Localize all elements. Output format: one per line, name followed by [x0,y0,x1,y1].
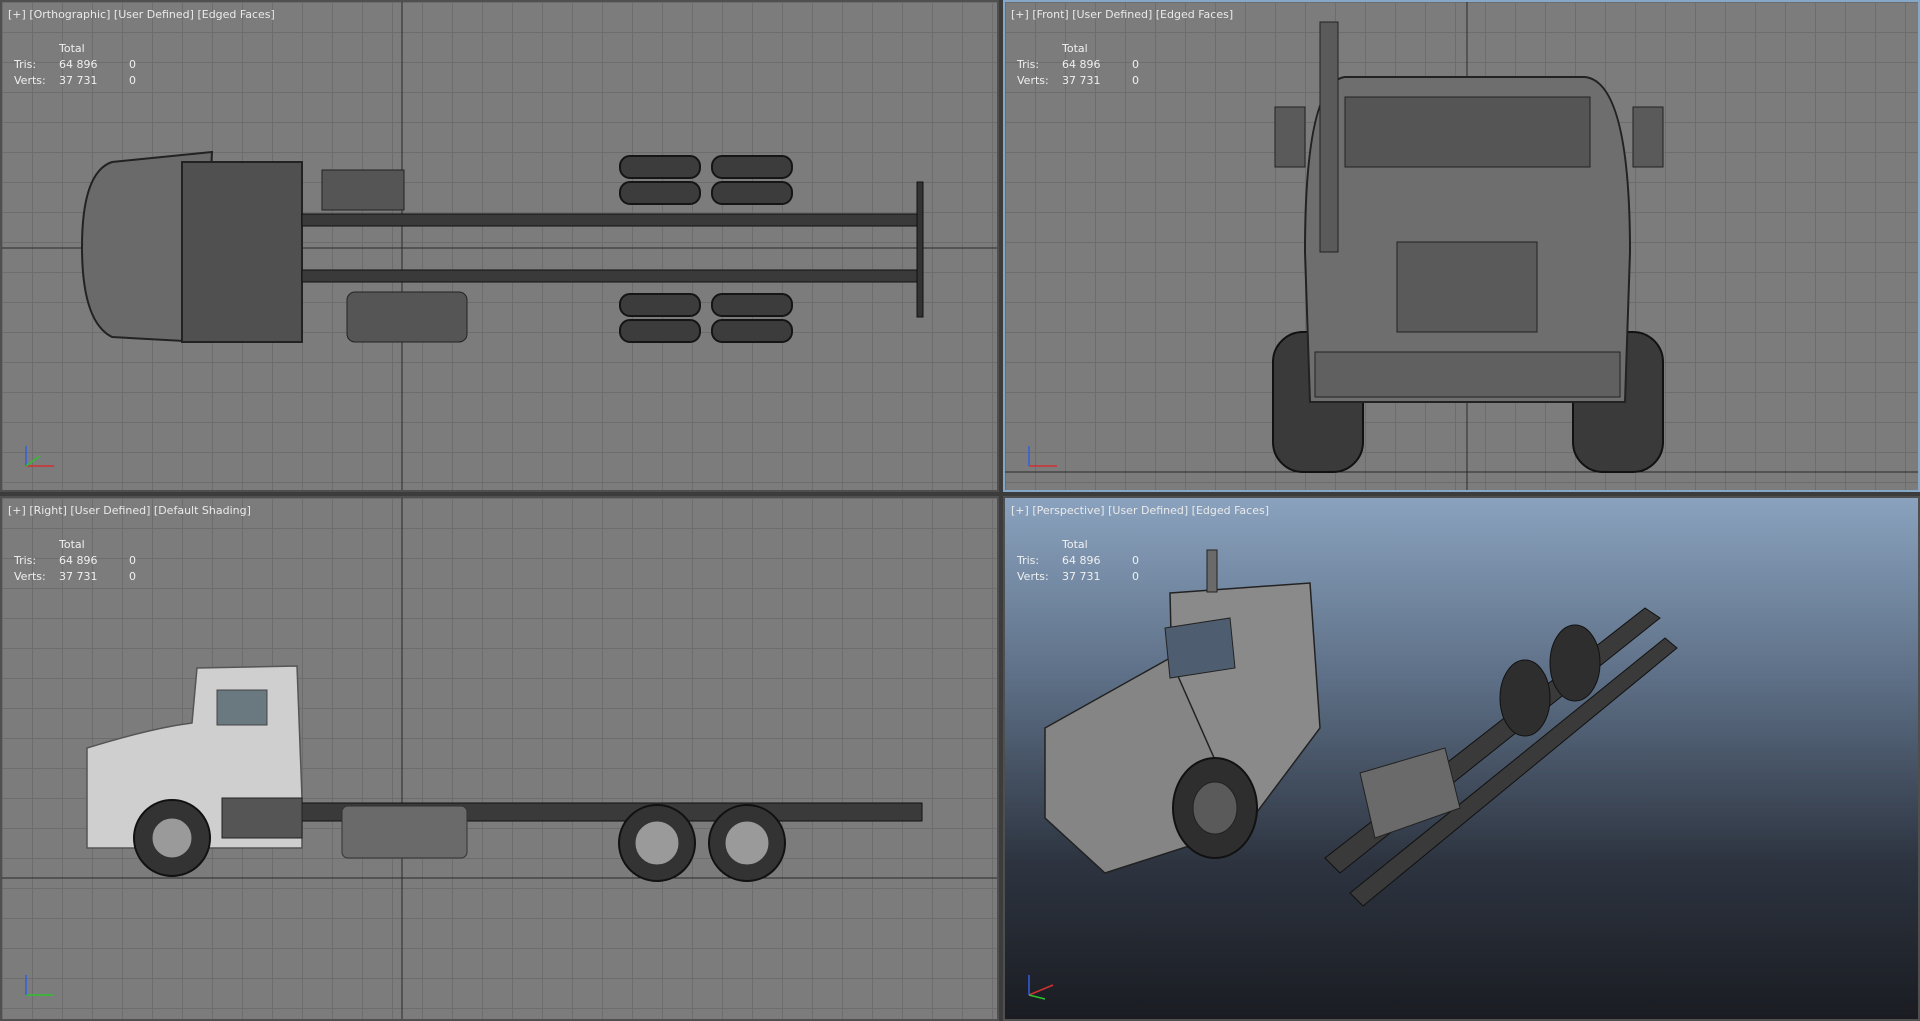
tris-value: 64 896 [1062,57,1101,71]
tris-label: Tris: [1017,57,1040,71]
tris-label: Tris: [14,553,37,567]
tris-label: Tris: [1017,553,1040,567]
viewport-stage-menu[interactable]: [User Defined] [70,504,150,517]
viewport-shading-menu[interactable]: [Edged Faces] [1192,504,1269,517]
viewport-stage-menu[interactable]: [User Defined] [1108,504,1188,517]
viewport-view-menu[interactable]: [Right] [29,504,67,517]
verts-selected: 0 [129,73,136,87]
verts-selected: 0 [1132,73,1139,87]
stats-overlay: Total Tris: 64 896 0 Verts: 37 731 0 [1017,536,1139,584]
viewport-view-menu[interactable]: [Orthographic] [29,8,110,21]
viewport-stage-menu[interactable]: [User Defined] [1072,8,1152,21]
tris-selected: 0 [1132,57,1139,71]
truck-top-view[interactable] [2,2,999,492]
viewport-label[interactable]: [+] [Front] [User Defined] [Edged Faces] [1011,8,1233,21]
verts-selected: 0 [1132,569,1139,583]
verts-selected: 0 [129,569,136,583]
viewport-perspective[interactable]: [+] [Perspective] [User Defined] [Edged … [1003,496,1920,1021]
stats-header: Total [59,537,85,551]
viewport-view-menu[interactable]: [Front] [1032,8,1068,21]
truck-front-view[interactable] [1005,2,1920,492]
viewport-front[interactable]: [+] [Front] [User Defined] [Edged Faces]… [1003,0,1920,492]
axis-gizmo-icon [25,446,54,467]
viewport-menu-plus[interactable]: [+] [1011,8,1029,21]
tris-value: 64 896 [59,553,98,567]
verts-label: Verts: [1017,569,1049,583]
viewport-menu-plus[interactable]: [+] [8,8,26,21]
verts-value: 37 731 [59,569,98,583]
tris-selected: 0 [129,57,136,71]
verts-value: 37 731 [1062,73,1101,87]
tris-selected: 0 [1132,553,1139,567]
verts-label: Verts: [1017,73,1049,87]
tris-selected: 0 [129,553,136,567]
tris-value: 64 896 [59,57,98,71]
stats-header: Total [1062,41,1088,55]
stats-overlay: Total Tris: 64 896 0 Verts: 37 731 0 [14,40,136,88]
viewport-shading-menu[interactable]: [Default Shading] [154,504,251,517]
viewport-menu-plus[interactable]: [+] [8,504,26,517]
verts-label: Verts: [14,73,46,87]
viewport-shading-menu[interactable]: [Edged Faces] [197,8,274,21]
stats-overlay: Total Tris: 64 896 0 Verts: 37 731 0 [14,536,136,584]
viewport-view-menu[interactable]: [Perspective] [1032,504,1104,517]
axis-gizmo-icon [1028,446,1057,467]
stats-overlay: Total Tris: 64 896 0 Verts: 37 731 0 [1017,40,1139,88]
viewport-stage-menu[interactable]: [User Defined] [114,8,194,21]
verts-value: 37 731 [1062,569,1101,583]
truck-side-view[interactable] [2,498,999,1021]
viewport-label[interactable]: [+] [Right] [User Defined] [Default Shad… [8,504,251,517]
axis-gizmo-icon [1028,975,1054,1000]
viewport-orthographic[interactable]: [+] [Orthographic] [User Defined] [Edged… [0,0,999,492]
tris-label: Tris: [14,57,37,71]
viewport-label[interactable]: [+] [Perspective] [User Defined] [Edged … [1011,504,1269,517]
viewport-shading-menu[interactable]: [Edged Faces] [1156,8,1233,21]
axis-gizmo-icon [25,975,54,996]
tris-value: 64 896 [1062,553,1101,567]
verts-label: Verts: [14,569,46,583]
viewport-menu-plus[interactable]: [+] [1011,504,1029,517]
viewport-right[interactable]: [+] [Right] [User Defined] [Default Shad… [0,496,999,1021]
viewport-label[interactable]: [+] [Orthographic] [User Defined] [Edged… [8,8,275,21]
verts-value: 37 731 [59,73,98,87]
stats-header: Total [59,41,85,55]
stats-header: Total [1062,537,1088,551]
truck-perspective-view[interactable] [1005,498,1920,1021]
